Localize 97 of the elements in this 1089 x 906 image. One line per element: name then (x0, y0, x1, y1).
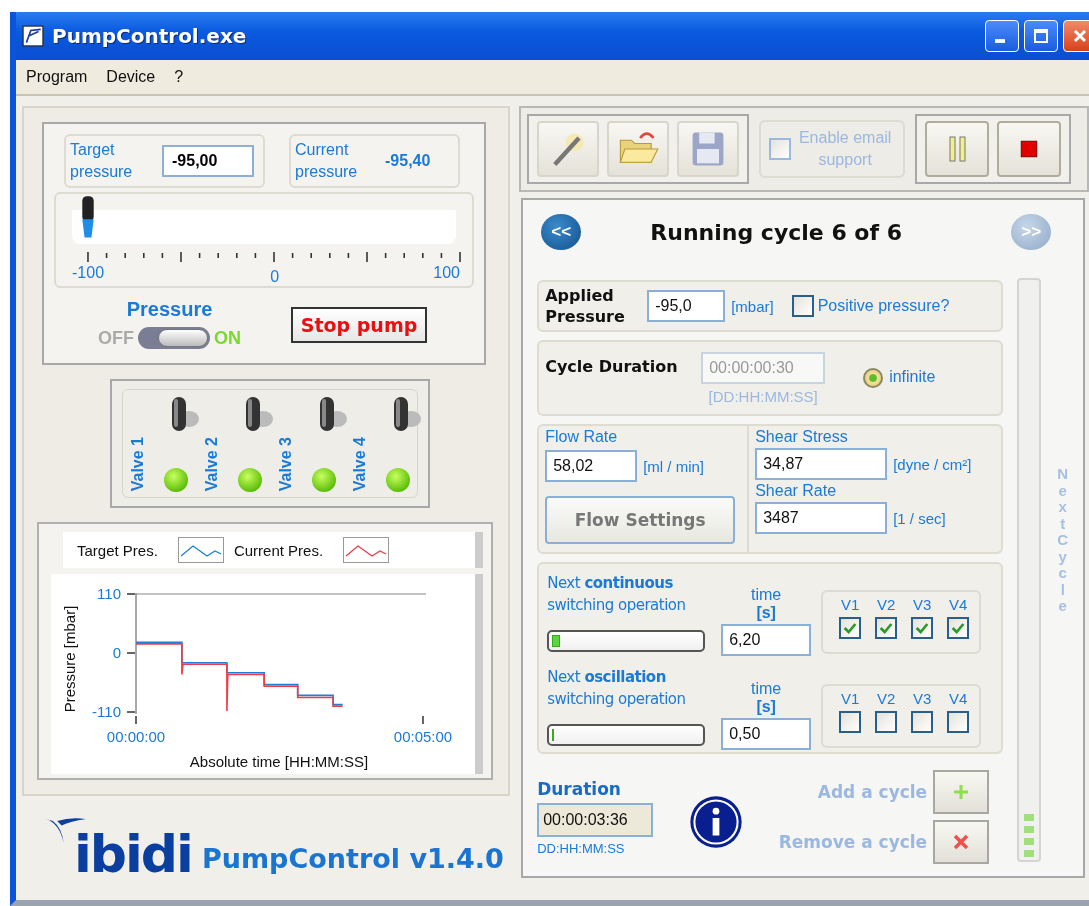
valve-checkbox[interactable] (839, 711, 862, 733)
unit-label: [ml / min] (643, 457, 704, 475)
valve-label: Valve 3 (277, 436, 295, 491)
switching-operation-label: Next oscillation switching operation (547, 667, 687, 710)
valve-checkbox[interactable] (947, 711, 970, 733)
minimize-button[interactable] (985, 20, 1019, 52)
shear-stress-field[interactable]: 34,87 (755, 448, 888, 480)
valve-checkbox[interactable] (911, 617, 934, 639)
legend-label: Target Pres. (77, 541, 158, 559)
valve-label: V4 (948, 690, 968, 707)
valve-label: V1 (840, 596, 860, 613)
valve-label: Valve 1 (129, 436, 147, 491)
pressure-label: Pressure (126, 298, 213, 321)
valve-checkbox[interactable] (875, 617, 898, 639)
time-unit-label: [s] (756, 604, 776, 622)
scale-label: 0 (270, 268, 280, 286)
valve-label: V2 (876, 596, 896, 613)
previous-cycle-button[interactable]: << (541, 214, 582, 250)
window-title: PumpControl.exe (52, 24, 248, 48)
format-hint: DD:HH:MM:SS (537, 840, 626, 856)
minimize-icon (995, 39, 1005, 43)
stop-button[interactable] (997, 121, 1062, 177)
off-label: OFF (98, 327, 134, 349)
remove-cycle-label: Remove a cycle (778, 832, 928, 852)
valve-checkbox[interactable] (875, 711, 898, 733)
positive-pressure-checkbox[interactable] (791, 295, 814, 317)
product-name: PumpControl v1.4.0 (201, 843, 504, 874)
email-support-label: Enable email support (797, 128, 893, 170)
valve-label: V3 (912, 690, 932, 707)
time-unit-label: [s] (756, 698, 776, 716)
check-icon (914, 620, 931, 636)
valve-label: V1 (840, 690, 860, 707)
flow-rate-label: Flow Rate (545, 428, 619, 446)
time-label: time (751, 586, 782, 604)
scale-label: 100 (433, 264, 460, 283)
infinite-label: infinite (889, 368, 936, 386)
valve-checkbox[interactable] (911, 711, 934, 733)
check-icon (878, 620, 895, 636)
valve-checkbox[interactable] (947, 617, 970, 639)
x-axis-title: Absolute time [HH:MM:SS] (189, 753, 369, 770)
unit-label: [dyne / cm²] (893, 455, 972, 473)
brand-logo: ibidi (74, 830, 192, 878)
remove-cycle-button[interactable] (933, 820, 990, 864)
maximize-icon (1031, 26, 1051, 46)
app-icon (22, 25, 44, 47)
y-tick-label: 0 (112, 644, 121, 661)
menu-item[interactable]: Program (26, 68, 88, 86)
maximize-button[interactable] (1024, 20, 1058, 52)
time-field[interactable]: 0,50 (721, 718, 812, 750)
close-button[interactable] (1063, 20, 1089, 52)
slider-thumb[interactable] (79, 196, 96, 240)
y-axis-title: Pressure [mbar] (61, 605, 78, 713)
legend-label: Current Pres. (233, 541, 324, 559)
info-icon[interactable] (689, 795, 744, 849)
check-icon (842, 620, 859, 636)
duration-label: Duration (537, 778, 622, 799)
valve-label: V4 (948, 596, 968, 613)
stop-pump-button[interactable]: Stop pump (291, 307, 427, 343)
time-field[interactable]: 6,20 (721, 624, 812, 656)
duration-display: 00:00:03:36 (537, 802, 654, 837)
new-program-button[interactable] (537, 121, 600, 177)
cycle-title: Running cycle 6 of 6 (650, 219, 902, 245)
unit-label: [1 / sec] (893, 509, 946, 527)
check-icon (950, 620, 967, 636)
y-tick-label: 110 (97, 585, 121, 602)
x-tick-label: 00:05:00 (393, 728, 453, 745)
shear-rate-field[interactable]: 3487 (755, 502, 888, 534)
current-pressure-label: Current pressure (295, 140, 359, 182)
cycle-duration-label: Cycle Duration (545, 357, 679, 376)
shear-stress-label: Shear Stress (755, 428, 849, 446)
scale-label: -100 (72, 264, 105, 283)
applied-pressure-field[interactable]: -95,0 (647, 290, 726, 322)
flow-rate-field[interactable]: 58,02 (545, 450, 638, 482)
on-label: ON (214, 327, 241, 349)
flow-settings-button[interactable]: Flow Settings (545, 496, 736, 544)
menu-item[interactable]: ? (174, 68, 184, 86)
menu-item[interactable]: Device (106, 68, 156, 86)
current-pressure-value: -95,40 (385, 152, 431, 170)
unit-label: [mbar] (731, 297, 774, 315)
x-tick-label: 00:00:00 (106, 728, 166, 745)
time-label: time (751, 680, 782, 698)
shear-rate-label: Shear Rate (755, 482, 838, 500)
pressure-toggle[interactable] (138, 327, 210, 349)
valve-label: Valve 2 (203, 436, 221, 491)
valve-label: Valve 4 (351, 436, 369, 491)
switching-operation-label: Next continuous switching operation (547, 573, 687, 616)
valve-label: V2 (876, 690, 896, 707)
add-cycle-label: Add a cycle (817, 782, 928, 802)
applied-pressure-label: Applied Pressure (545, 285, 626, 327)
valve-label: V3 (912, 596, 932, 613)
target-pressure-field[interactable]: -95,00 (162, 145, 254, 177)
pressure-slider[interactable] (72, 196, 456, 244)
positive-pressure-label: Positive pressure? (817, 296, 950, 316)
target-pressure-label: Target pressure (70, 140, 134, 182)
format-hint: [DD:HH:MM:SS] (708, 388, 818, 405)
y-tick-label: -110 (92, 703, 121, 720)
valve-checkbox[interactable] (839, 617, 862, 639)
